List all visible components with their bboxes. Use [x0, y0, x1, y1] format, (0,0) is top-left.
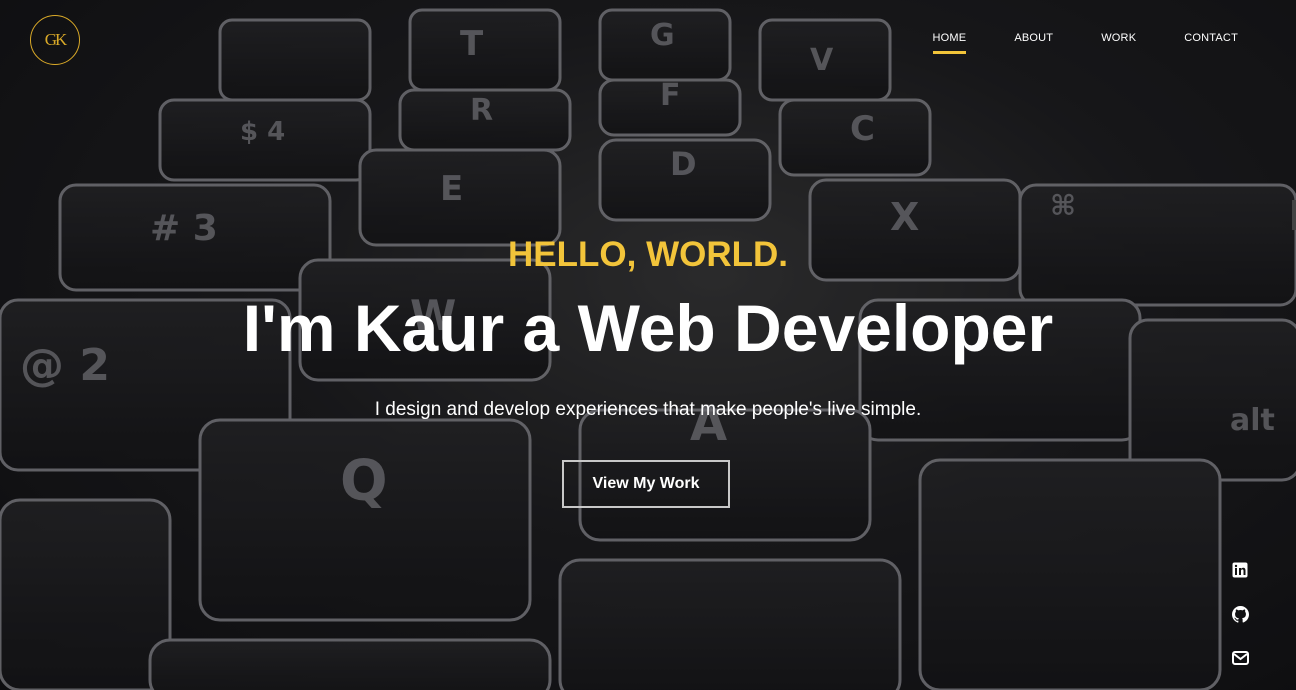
hero-headline: I'm Kaur a Web Developer — [242, 291, 1054, 365]
nav-about[interactable]: ABOUT — [1014, 32, 1053, 54]
nav-work[interactable]: WORK — [1101, 32, 1136, 54]
main-nav: HOME ABOUT WORK CONTACT — [885, 32, 1239, 54]
nav-contact[interactable]: CONTACT — [1184, 32, 1238, 54]
github-icon[interactable] — [1230, 604, 1250, 624]
hero-subtitle: I design and develop experiences that ma… — [374, 399, 922, 420]
linkedin-icon[interactable] — [1230, 560, 1250, 580]
scrollbar-thumb[interactable] — [1292, 200, 1296, 230]
logo[interactable]: GK — [30, 15, 80, 65]
hero-greeting: HELLO, WORLD. — [508, 235, 788, 274]
logo-text: GK — [44, 30, 68, 49]
nav-home[interactable]: HOME — [932, 32, 967, 54]
view-work-button[interactable]: View My Work — [562, 460, 730, 508]
social-links — [1230, 560, 1250, 690]
mail-icon[interactable] — [1230, 648, 1250, 668]
